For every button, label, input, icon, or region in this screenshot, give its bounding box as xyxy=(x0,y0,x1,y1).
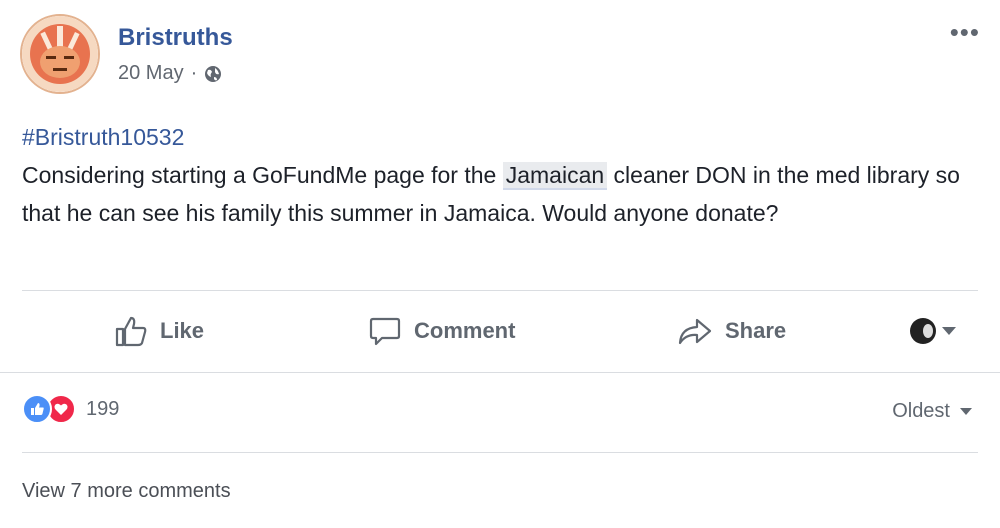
share-label: Share xyxy=(725,318,787,343)
mention-highlight[interactable]: Jamaican xyxy=(502,162,608,190)
hashtag-link[interactable]: #Bristruth10532 xyxy=(22,118,972,156)
like-label: Like xyxy=(160,318,205,343)
divider-bottom xyxy=(22,452,978,453)
like-button[interactable]: Like xyxy=(114,314,204,348)
more-options-icon[interactable]: ••• xyxy=(950,19,980,45)
post-date[interactable]: 20 May xyxy=(118,62,184,85)
viewer-avatar xyxy=(910,318,936,344)
page-avatar[interactable] xyxy=(20,14,100,94)
reactions-summary[interactable]: 199 xyxy=(22,394,119,424)
profile-switcher[interactable] xyxy=(910,318,956,344)
avatar-logo xyxy=(22,16,98,92)
reaction-count: 199 xyxy=(86,397,120,420)
post-text-start: Considering starting a GoFundMe page for… xyxy=(22,162,503,188)
post-meta: 20 May · xyxy=(118,62,222,85)
like-reaction-icon xyxy=(22,394,52,424)
comment-icon xyxy=(369,317,401,346)
author-name[interactable]: Bristruths xyxy=(118,24,233,52)
sort-label: Oldest xyxy=(892,400,950,422)
post-header: Bristruths 20 May · ••• xyxy=(20,14,980,104)
globe-icon[interactable] xyxy=(204,65,222,83)
view-more-comments-link[interactable]: View 7 more comments xyxy=(22,480,231,503)
comment-label: Comment xyxy=(414,318,516,343)
divider-middle xyxy=(0,372,1000,373)
thumbs-up-icon xyxy=(115,316,147,347)
share-icon xyxy=(678,318,712,345)
action-bar: Like Comment Share xyxy=(22,300,978,364)
meta-separator: · xyxy=(190,62,198,84)
comment-sort-dropdown[interactable]: Oldest xyxy=(892,400,972,423)
share-button[interactable]: Share xyxy=(677,314,786,348)
chevron-down-icon xyxy=(960,408,972,415)
comment-button[interactable]: Comment xyxy=(368,314,515,348)
divider-top xyxy=(22,290,978,291)
chevron-down-icon xyxy=(942,327,956,335)
post-body: #Bristruth10532 Considering starting a G… xyxy=(22,118,972,232)
